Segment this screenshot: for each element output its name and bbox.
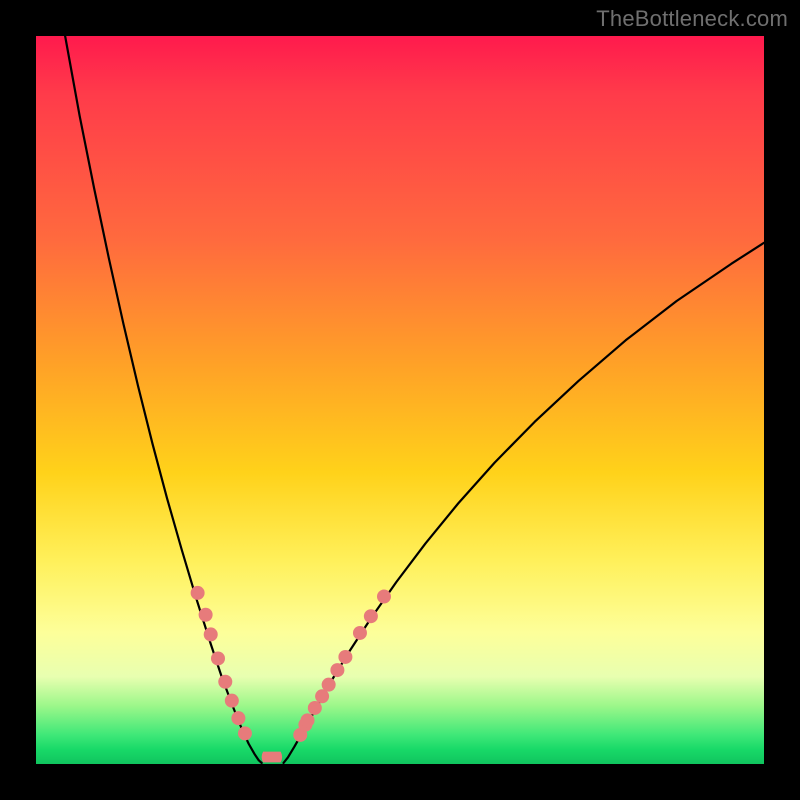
curve-layer (65, 36, 764, 763)
plot-area (36, 36, 764, 764)
left-dot (204, 627, 218, 641)
left-dot (199, 608, 213, 622)
stage: TheBottleneck.com (0, 0, 800, 800)
chart-overlay (36, 36, 764, 764)
right-dot (301, 713, 315, 727)
left-dot (238, 726, 252, 740)
left-dot (231, 711, 245, 725)
left-dot (225, 694, 239, 708)
curve-left-branch (65, 36, 262, 763)
right-dot (377, 590, 391, 604)
bottom-arc (262, 752, 283, 763)
right-dot (364, 609, 378, 623)
curve-right-branch (284, 243, 764, 763)
right-dot (308, 701, 322, 715)
right-dot (338, 650, 352, 664)
right-dot (322, 678, 336, 692)
watermark-text: TheBottleneck.com (596, 6, 788, 32)
right-dot (353, 626, 367, 640)
bottom-arc-layer (262, 752, 283, 763)
left-dot (218, 675, 232, 689)
left-dot (211, 651, 225, 665)
left-dot (191, 586, 205, 600)
dots-layer (191, 586, 391, 742)
right-dot (330, 663, 344, 677)
